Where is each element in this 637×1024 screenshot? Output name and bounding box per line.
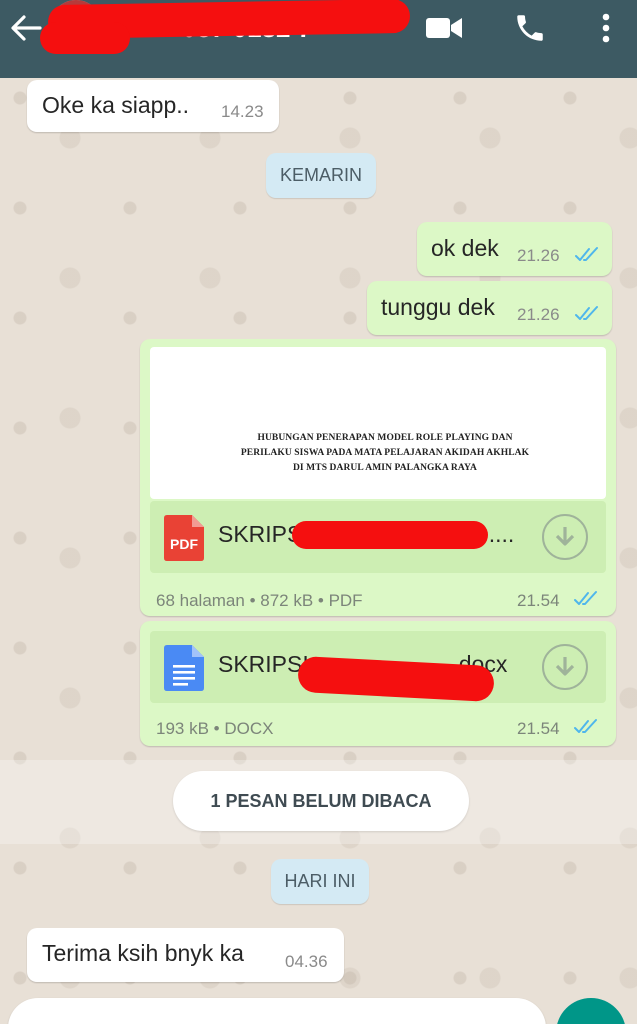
message-time: 21.26 [517,246,560,265]
document-preview[interactable]: HUBUNGAN PENERAPAN MODEL ROLE PLAYING DA… [150,347,606,499]
chat-header: 087 0182 7 [0,0,637,78]
redaction-mark [40,22,130,54]
file-meta: 193 kB • DOCX [156,719,274,738]
video-call-icon[interactable] [424,10,464,46]
date-separator-yesterday: KEMARIN [266,153,376,198]
incoming-message[interactable]: Terima ksih bnyk ka 04.36 [27,928,344,982]
document-message-pdf[interactable]: HUBUNGAN PENERAPAN MODEL ROLE PLAYING DA… [140,339,616,616]
date-separator-today: HARI INI [271,859,369,904]
message-time: 04.36 [285,952,328,971]
message-time: 21.54 [517,719,560,738]
document-message-docx[interactable]: SKRIPSI docx 193 kB • DOCX 21.54 [140,621,616,746]
message-text: Terima ksih bnyk ka [42,940,244,966]
outgoing-message[interactable]: ok dek 21.26 [417,222,612,276]
redaction-mark [292,521,488,549]
file-row[interactable]: SKRIPSI docx [150,631,606,703]
outgoing-message[interactable]: tunggu dek 21.26 [367,281,612,335]
file-meta: 68 halaman • 872 kB • PDF [156,591,363,610]
more-vert-icon[interactable] [586,10,626,46]
read-ticks-icon [575,306,598,320]
document-preview-title: HUBUNGAN PENERAPAN MODEL ROLE PLAYING DA… [240,433,530,473]
read-ticks-icon [574,591,597,605]
download-button[interactable] [542,514,588,560]
pdf-file-icon: PDF [164,515,204,561]
message-text: ok dek [431,235,499,261]
message-input-bar[interactable] [8,998,546,1024]
phone-icon[interactable] [510,10,550,46]
message-text: Oke ka siapp.. [42,92,190,118]
read-ticks-icon [575,247,598,261]
message-time: 21.54 [517,591,560,610]
file-row[interactable]: PDF SKRIPSI.... [150,501,606,573]
docs-file-icon [164,645,204,691]
download-button[interactable] [542,644,588,690]
incoming-message[interactable]: Oke ka siapp.. 14.23 [27,80,279,132]
unread-messages-banner: 1 PESAN BELUM DIBACA [173,771,469,831]
message-time: 21.26 [517,305,560,324]
message-time: 14.23 [221,102,264,121]
read-ticks-icon [574,719,597,733]
pdf-icon-label: PDF [170,536,198,552]
message-text: tunggu dek [381,294,495,320]
